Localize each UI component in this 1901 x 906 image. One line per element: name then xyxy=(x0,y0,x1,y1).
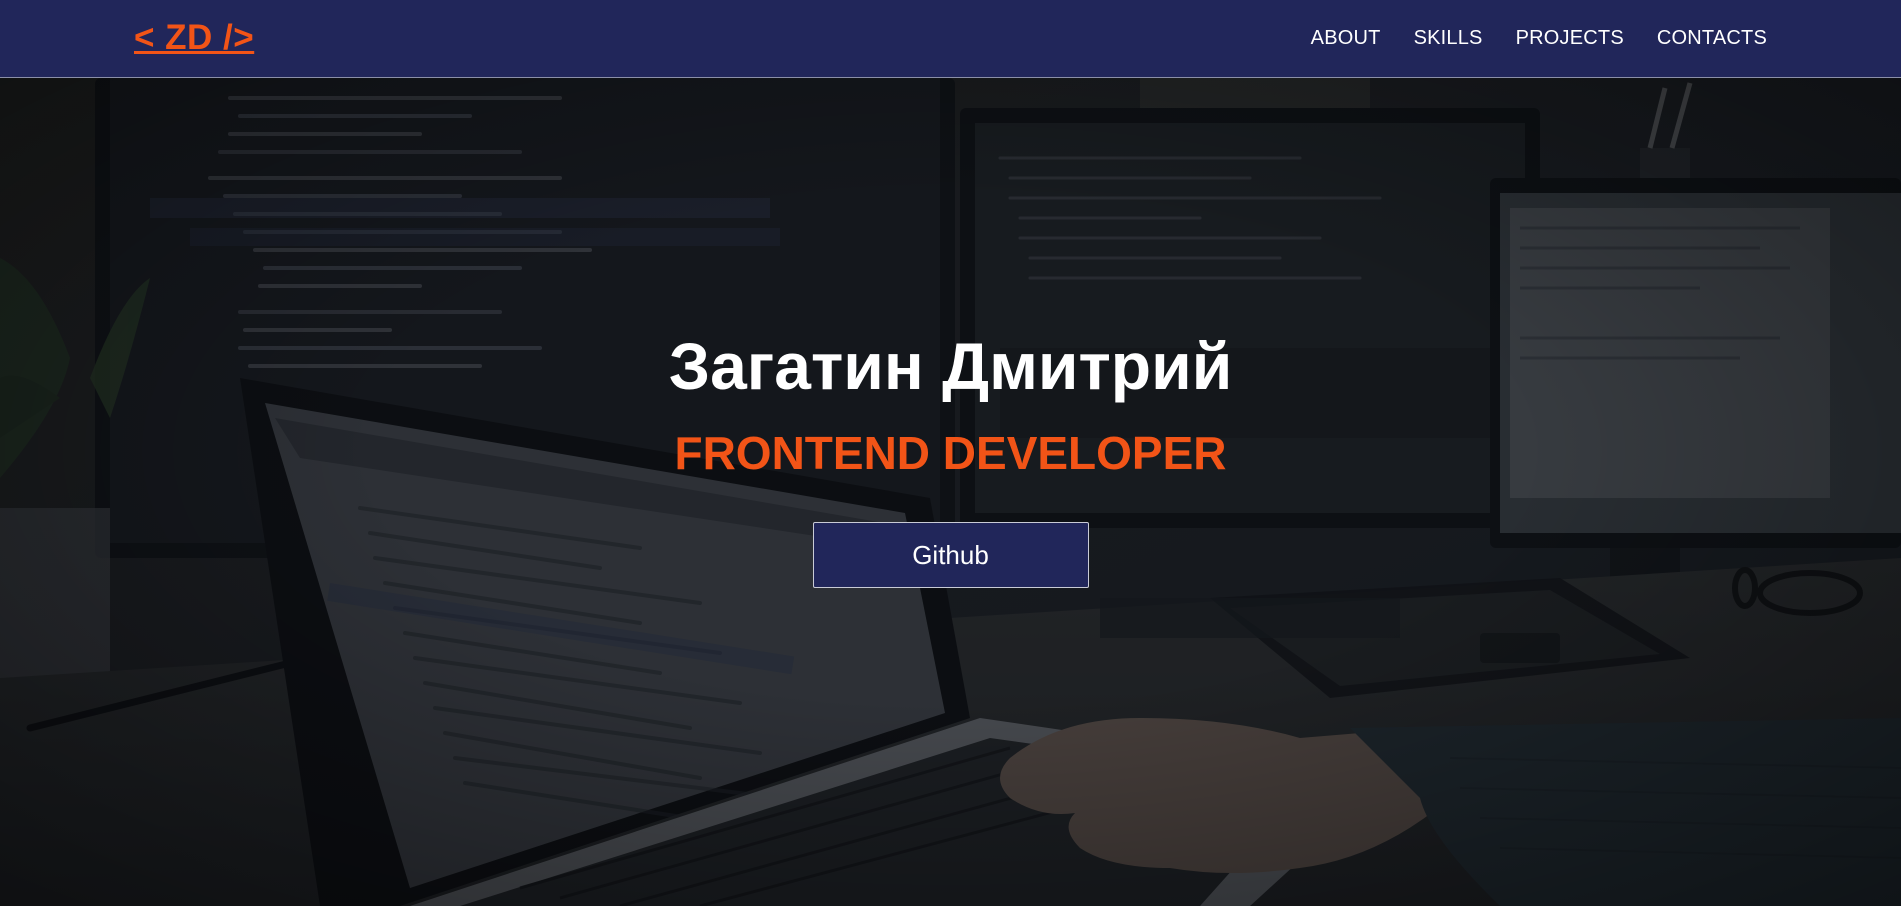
main-nav: ABOUT SKILLS PROJECTS CONTACTS xyxy=(1311,27,1767,50)
nav-link-contacts[interactable]: CONTACTS xyxy=(1657,27,1767,50)
hero-role: FRONTEND DEVELOPER xyxy=(674,427,1227,479)
hero-content: Загатин Дмитрий FRONTEND DEVELOPER Githu… xyxy=(0,328,1901,588)
site-header: < ZD /> ABOUT SKILLS PROJECTS CONTACTS xyxy=(0,0,1901,78)
nav-link-about[interactable]: ABOUT xyxy=(1311,27,1381,50)
hero-section: Загатин Дмитрий FRONTEND DEVELOPER Githu… xyxy=(0,78,1901,906)
logo[interactable]: < ZD /> xyxy=(134,18,254,58)
nav-link-projects[interactable]: PROJECTS xyxy=(1516,27,1624,50)
hero-name: Загатин Дмитрий xyxy=(668,329,1233,403)
github-button[interactable]: Github xyxy=(812,522,1089,588)
nav-link-skills[interactable]: SKILLS xyxy=(1414,27,1483,50)
